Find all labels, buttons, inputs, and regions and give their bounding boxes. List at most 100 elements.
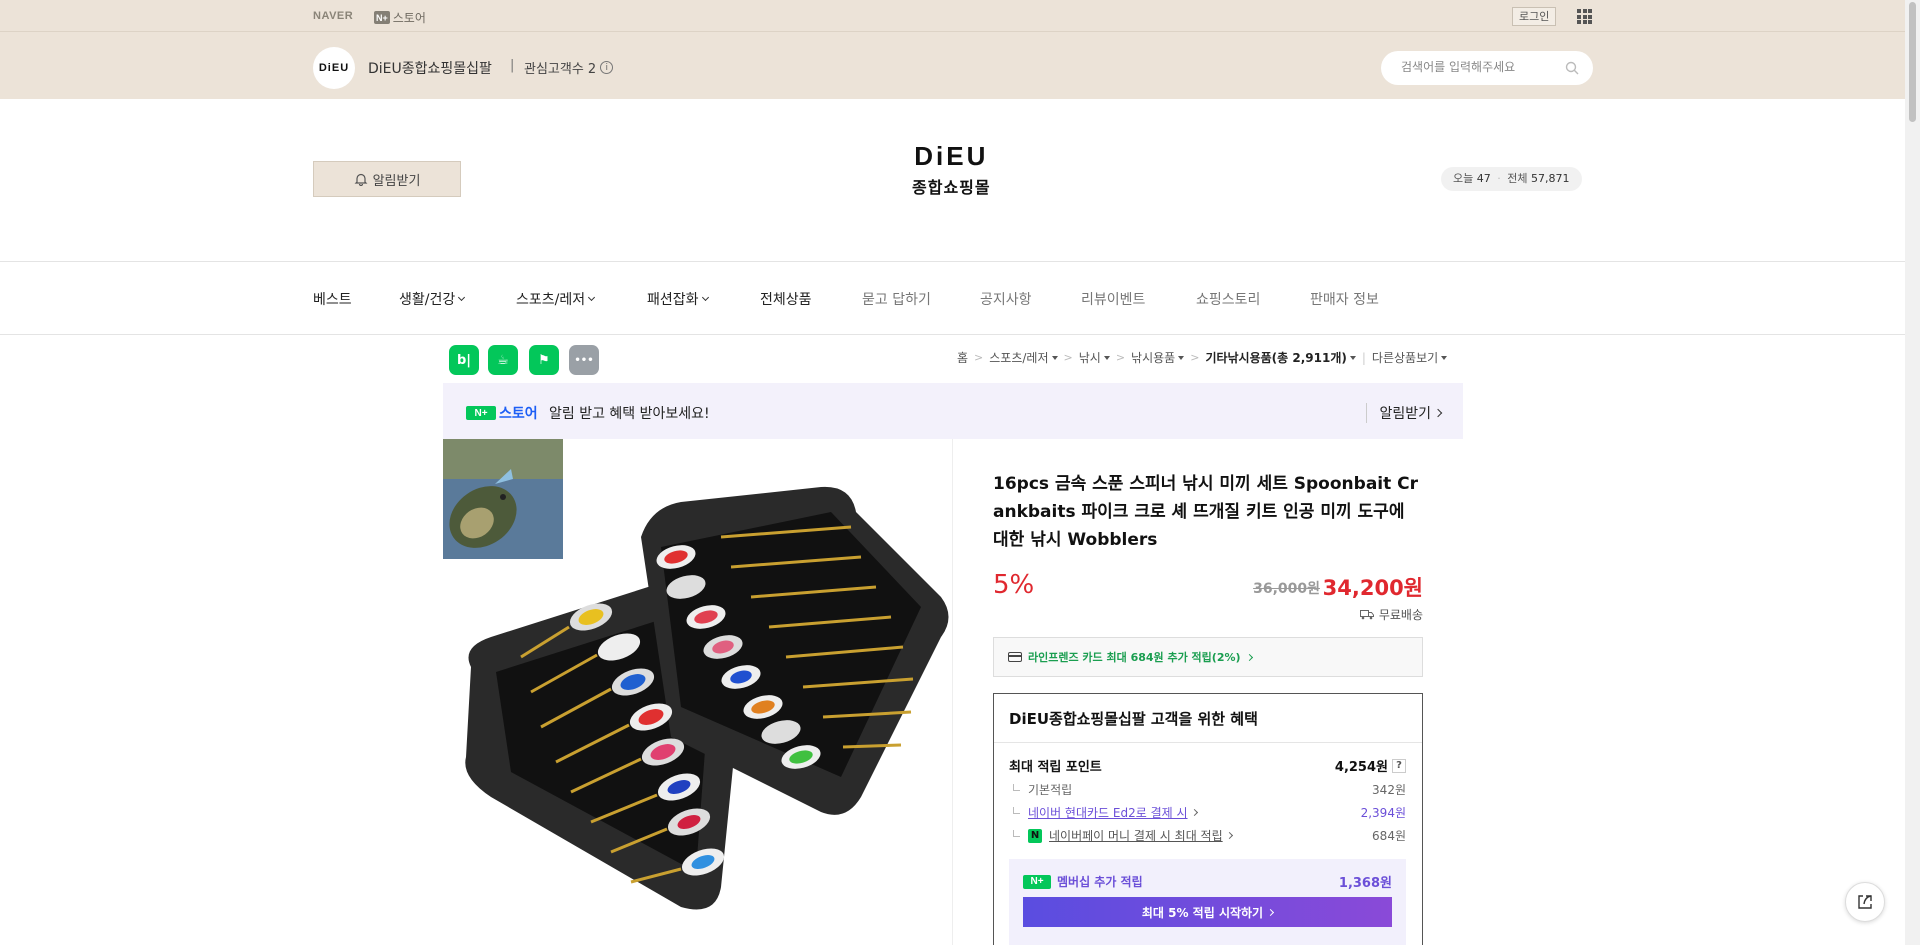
points-row-naverpay: N 네이버페이 머니 결제 시 최대 적립 684원 (1009, 827, 1406, 844)
nav-item-label: 묻고 답하기 (862, 292, 931, 308)
nav-item-notice[interactable]: 공지사항 (980, 289, 1032, 309)
nav-item-fashion[interactable]: 패션잡화 (647, 289, 709, 309)
chevron-right-icon (1433, 408, 1443, 418)
category-nav: 베스트 생활/건강 스포츠/레저 패션잡화 전체상품 묻고 답하기 공지사항 리… (0, 262, 1905, 335)
breadcrumb-current[interactable]: 기타낚시용품(총 2,911개) (1205, 349, 1356, 366)
search-icon[interactable] (1565, 61, 1579, 75)
breadcrumb-sports[interactable]: 스포츠/레저 (989, 349, 1058, 366)
fans-count-label: 관심고객수 2 (524, 62, 597, 77)
nav-item-review-event[interactable]: 리뷰이벤트 (1081, 289, 1145, 309)
notify-banner-message: 알림 받고 혜택 받아보세요! (549, 406, 710, 422)
other-products-dropdown[interactable]: 다른상품보기 (1371, 349, 1448, 366)
cafe-share-icon[interactable]: ☕ (488, 345, 518, 375)
points-row-value: 2,394원 (1360, 806, 1406, 820)
nav-item-shopping-story[interactable]: 쇼핑스토리 (1196, 289, 1260, 309)
visit-today: 47 (1476, 172, 1491, 185)
bell-icon (354, 173, 368, 186)
notify-banner-button[interactable]: 알림받기 (1366, 403, 1443, 423)
nav-item-label: 공지사항 (980, 292, 1032, 308)
naverpay-icon: N (1028, 828, 1042, 843)
chevron-right-icon (1190, 808, 1198, 817)
breadcrumb-label: 낚시용품 (1131, 351, 1176, 365)
brand-logo-line2: 종합쇼핑몰 (912, 178, 991, 197)
notify-banner: N+ 스토어 알림 받고 혜택 받아보세요! 알림받기 (443, 383, 1463, 439)
brand-logo[interactable]: DiEU 종합쇼핑몰 (912, 141, 991, 198)
scrollbar-thumb[interactable] (1909, 2, 1916, 122)
chevron-right-icon (1225, 831, 1233, 840)
page-scrollbar[interactable] (1905, 0, 1920, 945)
card-promo-text: 라인프렌즈 카드 최대 684원 추가 적립(2%) (1028, 651, 1241, 664)
points-row-value: 342원 (1372, 783, 1406, 797)
naver-logo[interactable]: NAVER (313, 10, 353, 22)
info-icon[interactable]: i (600, 61, 614, 74)
nav-item-label: 스포츠/레저 (516, 292, 586, 308)
membership-start-label: 최대 5% 적립 시작하기 (1141, 905, 1264, 920)
points-row-value: 684원 (1372, 829, 1406, 843)
max-points-label: 최대 적립 포인트 (1009, 760, 1102, 775)
header-separator: | (510, 58, 515, 73)
search-input[interactable] (1401, 60, 1561, 74)
nav-item-sports-leisure[interactable]: 스포츠/레저 (516, 289, 596, 309)
naver-plus-store-badge: N+ 스토어 (466, 403, 538, 423)
original-price: 36,000원 (1253, 581, 1320, 597)
visitor-counter: 오늘 47 · 전체 57,871 (1441, 167, 1582, 191)
credit-card-icon (1008, 652, 1022, 662)
caret-down-icon (1103, 355, 1110, 360)
discount-rate: 5% (993, 570, 1035, 600)
membership-start-button[interactable]: 최대 5% 적립 시작하기 (1023, 897, 1392, 927)
breadcrumb-label: 낚시 (1078, 351, 1101, 365)
caret-down-icon (1441, 355, 1448, 360)
login-button[interactable]: 로그인 (1512, 7, 1557, 26)
nav-item-living-health[interactable]: 생활/건강 (399, 289, 466, 309)
product-title: 16pcs 금속 스푼 스피너 낚시 미끼 세트 Spoonbait Crank… (993, 474, 1419, 550)
blog-share-icon[interactable]: b| (449, 345, 479, 375)
fishing-lure-case-image (465, 486, 949, 910)
breadcrumb-fishing[interactable]: 낚시 (1079, 349, 1110, 366)
breadcrumb-home[interactable]: 홈 (957, 349, 968, 366)
naver-store-link[interactable]: N+ 스토어 (374, 9, 426, 26)
benefit-box: DiEU종합쇼핑몰십팔 고객을 위한 혜택 최대 적립 포인트 4,254원 ?… (993, 693, 1423, 945)
nav-item-seller-info[interactable]: 판매자 정보 (1310, 289, 1379, 309)
chevron-down-icon (458, 293, 466, 302)
share-icon (1858, 895, 1872, 909)
breadcrumb-label: 다른상품보기 (1371, 351, 1439, 365)
floating-share-button[interactable] (1845, 882, 1885, 922)
apps-grid-icon[interactable] (1577, 9, 1592, 24)
more-share-icon[interactable]: ••• (569, 345, 599, 375)
caret-down-icon (1051, 355, 1058, 360)
brand-area: 알림받기 DiEU 종합쇼핑몰 오늘 47 · 전체 57,871 (0, 99, 1905, 262)
membership-value: 1,368원 (1338, 876, 1392, 891)
card-promo-banner[interactable]: 라인프렌즈 카드 최대 684원 추가 적립(2%) (993, 637, 1423, 677)
nav-item-label: 쇼핑스토리 (1196, 292, 1261, 308)
membership-label: 멤버십 추가 적립 (1057, 875, 1143, 889)
chevron-down-icon (701, 293, 709, 302)
benefit-title: DiEU종합쇼핑몰십팔 고객을 위한 혜택 (1009, 710, 1258, 728)
notify-button-label: 알림받기 (372, 173, 421, 189)
max-points-row: 최대 적립 포인트 4,254원 ? (1009, 756, 1406, 775)
store-label: 스토어 (499, 406, 538, 422)
visit-today-label: 오늘 (1453, 172, 1474, 185)
store-link-label: 스토어 (392, 11, 426, 25)
notify-banner-button-label: 알림받기 (1379, 406, 1431, 422)
notify-button[interactable]: 알림받기 (313, 161, 461, 197)
membership-box: N+ 멤버십 추가 적립 1,368원 최대 5% 적립 시작하기 (1009, 859, 1406, 945)
more-glyph: ••• (574, 354, 594, 366)
nplus-badge-icon: N+ (374, 11, 390, 24)
points-row-basic: 기본적립 342원 (1009, 781, 1406, 798)
breadcrumb-fishing-goods[interactable]: 낚시용품 (1131, 349, 1185, 366)
nav-item-all-products[interactable]: 전체상품 (760, 289, 812, 309)
nav-item-qna[interactable]: 묻고 답하기 (862, 289, 931, 309)
nav-item-best[interactable]: 베스트 (313, 289, 352, 309)
hyundai-card-link[interactable]: 네이버 현대카드 Ed2로 결제 시 (1028, 804, 1188, 821)
store-name[interactable]: DiEU종합쇼핑몰십팔 (368, 58, 492, 78)
price-row: 5% 36,000원 34,200원 (993, 570, 1423, 610)
product-image-area (443, 439, 953, 945)
truck-icon (1359, 610, 1374, 620)
store-logo[interactable]: DiEU (313, 47, 355, 89)
help-icon[interactable]: ? (1392, 758, 1406, 773)
points-row-label: 기본적립 (1028, 783, 1073, 797)
naverpay-link[interactable]: 네이버페이 머니 결제 시 최대 적립 (1049, 827, 1223, 844)
bookmark-share-icon[interactable]: ⚑ (529, 345, 559, 375)
max-points-value: 4,254원 (1334, 760, 1388, 775)
breadcrumb-label: 기타낚시용품(총 2,911개) (1205, 351, 1347, 365)
